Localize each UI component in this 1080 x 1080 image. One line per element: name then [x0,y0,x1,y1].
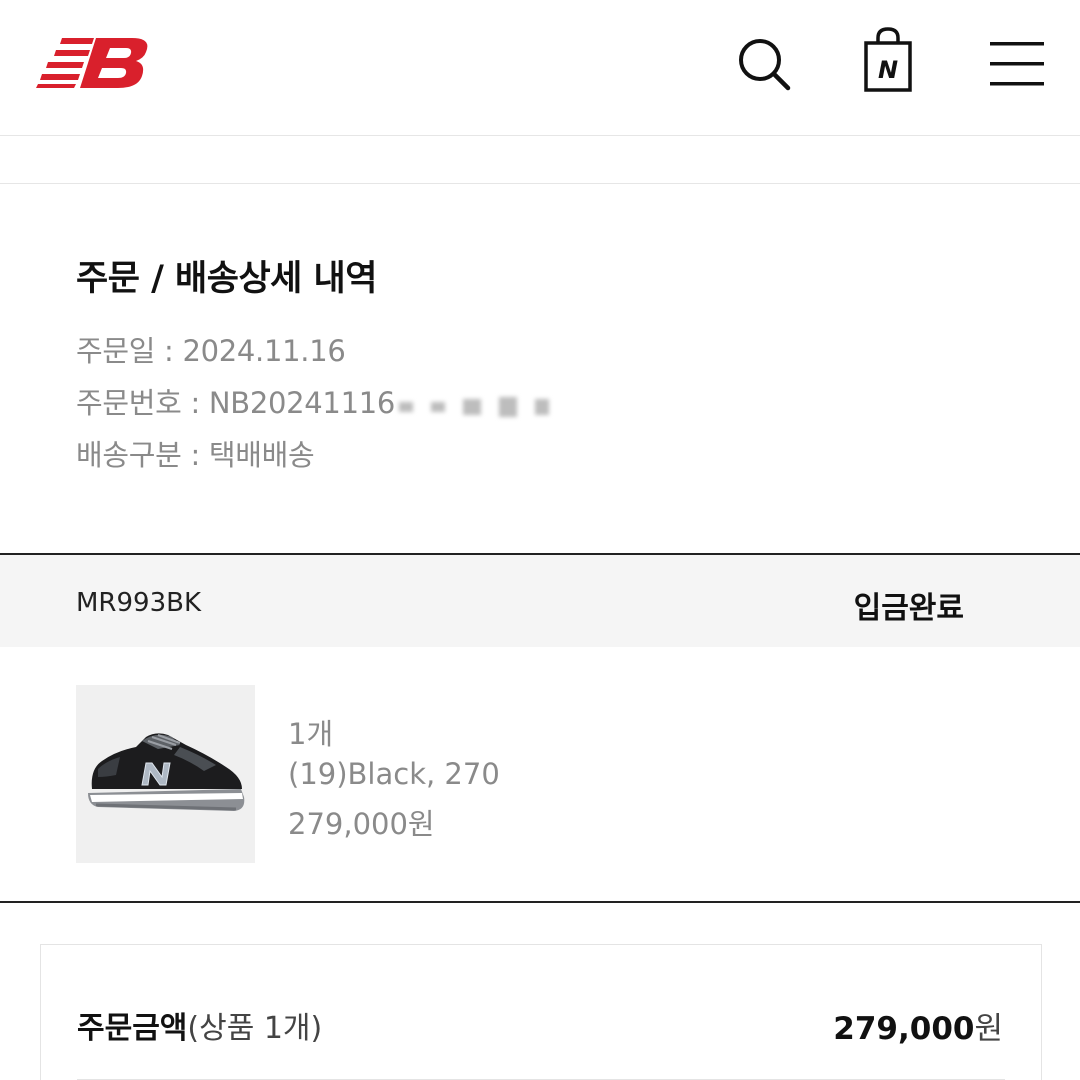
product-option: (19)Black, 270 [288,757,500,791]
redacted-order-suffix [399,388,567,422]
order-amount-title: 주문금액 [77,1011,188,1046]
shopping-bag-icon[interactable]: N [858,26,918,94]
page-title: 주문 / 배송상세 내역 [76,259,377,299]
product-quantity: 1개 [288,717,334,751]
order-summary: 주문금액(상품 1개) 279,000원 [40,944,1042,1080]
site-header: N [0,0,1080,136]
currency-unit: 원 [974,1011,1003,1047]
hamburger-menu-icon[interactable] [986,38,1048,90]
search-icon[interactable] [734,34,794,94]
order-number: 주문번호 : NB20241116 [76,380,567,422]
product-code: MR993BK [76,588,202,618]
order-amount-value: 279,000원 [833,1003,1003,1048]
order-item-count: (상품 1개) [187,1011,323,1046]
product-thumbnail[interactable] [76,685,255,863]
order-date: 주문일 : 2024.11.16 [76,334,346,368]
product-header: MR993BK 입금완료 [0,555,1080,647]
bag-letter: N [878,56,898,84]
top-spacer [0,136,1080,184]
order-number-text: 주문번호 : NB20241116 [76,386,396,420]
new-balance-logo[interactable] [36,34,154,92]
order-amount-label: 주문금액(상품 1개) [77,1003,322,1047]
sneaker-image [76,685,255,863]
delivery-type: 배송구분 : 택배배송 [76,438,315,472]
order-status: 입금완료 [853,591,964,626]
order-total: 279,000 [833,1011,975,1047]
section-divider [0,901,1080,903]
product-item[interactable]: 1개 (19)Black, 270 279,000원 [0,647,1080,902]
product-price: 279,000원 [288,807,435,841]
